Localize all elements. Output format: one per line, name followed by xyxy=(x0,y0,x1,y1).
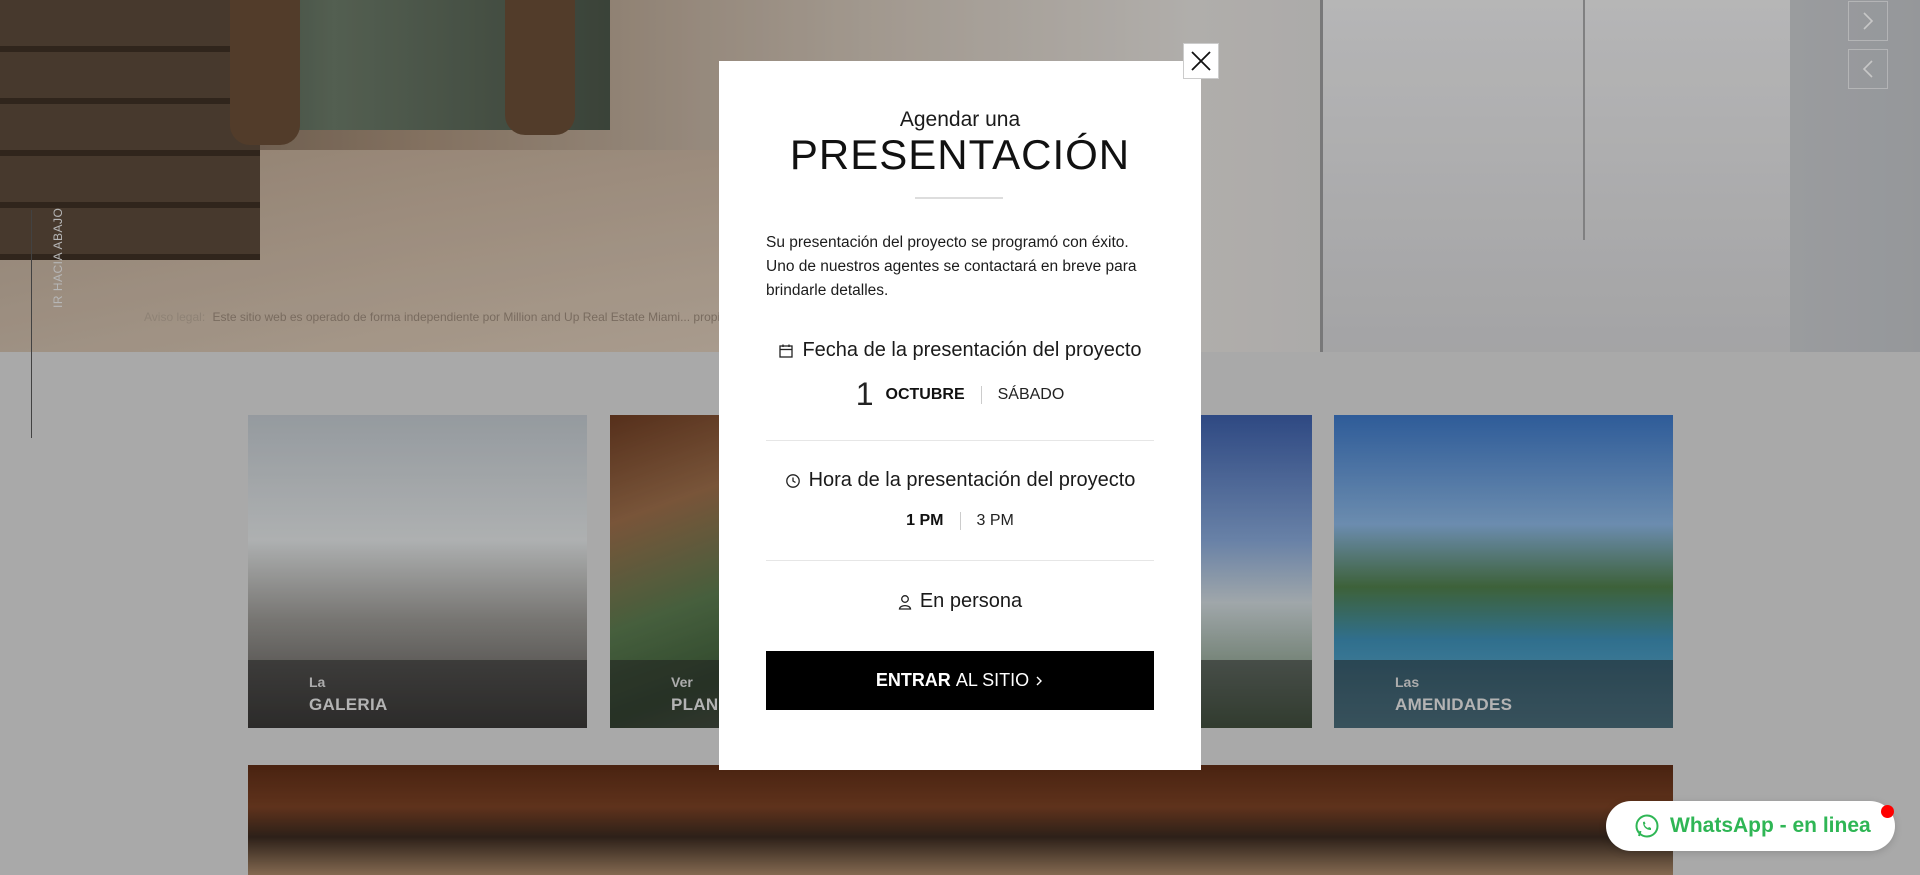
date-day: 1 xyxy=(855,376,874,412)
close-modal-button[interactable] xyxy=(1183,43,1219,79)
enter-button-rest: AL SITIO xyxy=(955,670,1030,690)
date-month: OCTUBRE xyxy=(886,385,982,404)
whatsapp-label: WhatsApp - en linea xyxy=(1670,814,1871,837)
modal-pre-title: Agendar una xyxy=(899,108,1021,131)
calendar-icon xyxy=(779,344,794,358)
confirmation-message: Su presentación del proyecto se programó… xyxy=(766,234,1137,299)
modal-title: PRESENTACIÓN xyxy=(789,131,1131,178)
online-status-dot xyxy=(1881,805,1894,818)
selected-time: 1 PM xyxy=(906,512,961,530)
section-divider xyxy=(766,560,1154,561)
chevron-right-icon xyxy=(1036,676,1043,685)
section-divider xyxy=(766,440,1154,441)
date-weekday: SÁBADO xyxy=(997,385,1065,403)
person-icon xyxy=(898,594,912,610)
time-value: 1 PM 3 PM xyxy=(719,512,1201,530)
whatsapp-chat-button[interactable]: WhatsApp - en linea xyxy=(1606,801,1895,851)
time-section-label: Hora de la presentación del proyecto xyxy=(719,469,1201,492)
end-time: 3 PM xyxy=(976,512,1014,529)
whatsapp-icon xyxy=(1635,814,1659,838)
time-label-text: Hora de la presentación del proyecto xyxy=(808,469,1136,491)
mode-label: En persona xyxy=(719,590,1201,613)
enter-site-button[interactable]: ENTRAR AL SITIO xyxy=(766,651,1154,710)
presentation-modal: Agendar una PRESENTACIÓN Su presentación… xyxy=(719,61,1201,770)
title-divider xyxy=(915,197,1003,199)
date-section-label: Fecha de la presentación del proyecto xyxy=(719,339,1201,362)
mode-text: En persona xyxy=(919,590,1023,612)
date-label-text: Fecha de la presentación del proyecto xyxy=(802,339,1142,361)
clock-icon xyxy=(785,473,800,488)
enter-button-bold: ENTRAR xyxy=(875,670,951,690)
date-value: 1 OCTUBRE SÁBADO xyxy=(719,376,1201,413)
close-icon xyxy=(1191,51,1211,71)
